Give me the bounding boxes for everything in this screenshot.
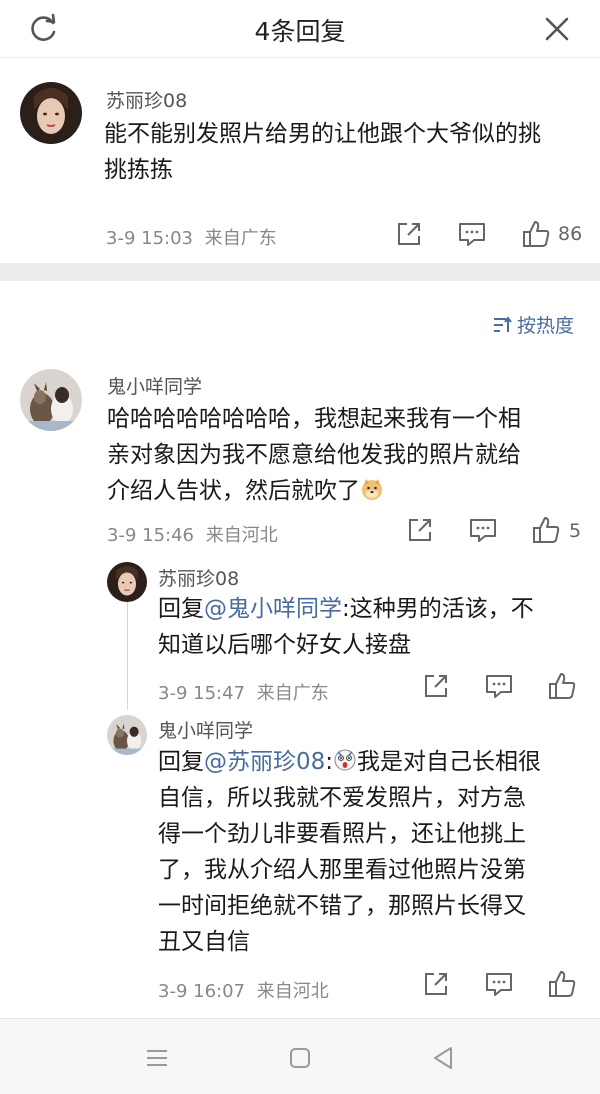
sort-button[interactable]: 按热度 — [491, 311, 574, 338]
reply-line-text: 我是对自己长相很 — [357, 749, 542, 775]
share-icon[interactable] — [393, 218, 425, 250]
share-icon[interactable] — [404, 514, 436, 546]
location: 来自河北 — [256, 981, 329, 1002]
reply-line: 知道以后哪个好女人接盘 — [158, 632, 411, 658]
close-icon[interactable] — [540, 12, 574, 46]
comment-line: 挑拣拣 — [104, 157, 173, 183]
comment-meta: 3-9 15:47 来自广东 — [158, 679, 329, 705]
like-count: 5 — [569, 520, 582, 542]
comment-icon[interactable] — [467, 514, 499, 546]
share-icon[interactable] — [420, 670, 452, 702]
section-divider — [0, 263, 600, 281]
like-count: 86 — [558, 223, 583, 245]
timestamp: 3-9 15:46 — [107, 525, 194, 546]
avatar[interactable] — [20, 82, 82, 144]
timestamp: 3-9 16:07 — [158, 981, 245, 1002]
reply-line: 亲对象因为我不愿意给他发我的照片就给 — [107, 442, 521, 468]
back-nav-icon[interactable] — [428, 1043, 458, 1073]
root-comment: 苏丽珍08 能不能别发照片给男的让他跟个大爷似的挑 挑拣拣 3-9 15:03 … — [0, 58, 600, 263]
reply-text: 回复@鬼小咩同学:这种男的活该，不 知道以后哪个好女人接盘 — [158, 591, 578, 663]
like-icon[interactable] — [546, 670, 578, 702]
reply-line-text: :这种男的活该，不 — [342, 596, 534, 622]
reply-line: 回复@苏丽珍08: 我是对自己长相很 — [158, 744, 588, 780]
username[interactable]: 鬼小咩同学 — [158, 716, 253, 743]
reply-text: 哈哈哈哈哈哈哈哈，我想起来我有一个相 亲对象因为我不愿意给他发我的照片就给 介绍… — [107, 401, 587, 509]
location: 来自广东 — [204, 228, 277, 249]
location: 来自河北 — [205, 525, 278, 546]
like-icon[interactable] — [546, 968, 578, 1000]
username[interactable]: 鬼小咩同学 — [107, 372, 202, 399]
comment-line: 能不能别发照片给男的让他跟个大爷似的挑 — [104, 121, 541, 147]
comment-icon[interactable] — [483, 670, 515, 702]
share-icon[interactable] — [420, 968, 452, 1000]
avatar[interactable] — [20, 369, 82, 431]
reply-line: 丑又自信 — [158, 929, 250, 955]
comment-icon[interactable] — [483, 968, 515, 1000]
sort-icon — [493, 315, 512, 332]
reply-line: 得一个劲儿非要看照片，还让他挑上 — [158, 821, 526, 847]
shocked-emoji-icon — [334, 749, 356, 771]
menu-nav-icon[interactable] — [142, 1043, 172, 1073]
location: 来自广东 — [256, 683, 329, 704]
timestamp: 3-9 15:47 — [158, 683, 245, 704]
comment-text: 能不能别发照片给男的让他跟个大爷似的挑 挑拣拣 — [104, 116, 584, 188]
username[interactable]: 苏丽珍08 — [158, 564, 239, 591]
page-title: 4条回复 — [254, 17, 346, 46]
reply-line: 自信，所以我就不爱发照片，对方急 — [158, 785, 526, 811]
header: 4条回复 — [0, 0, 600, 58]
reply-line-text: 介绍人告状，然后就吹了 — [107, 478, 360, 504]
colon: : — [325, 749, 334, 775]
comment-meta: 3-9 15:46 来自河北 — [107, 521, 278, 547]
comment-icon[interactable] — [456, 218, 488, 250]
mention-link[interactable]: @苏丽珍08 — [204, 749, 325, 775]
like-icon[interactable] — [520, 218, 552, 250]
reply-prefix: 回复 — [158, 749, 204, 775]
avatar[interactable] — [107, 715, 147, 755]
reply-line: 一时间拒绝就不错了，那照片长得又 — [158, 893, 526, 919]
like-icon[interactable] — [530, 514, 562, 546]
reply-prefix: 回复 — [158, 596, 204, 622]
home-nav-icon[interactable] — [285, 1043, 315, 1073]
system-nav-bar — [0, 1018, 600, 1094]
doge-emoji-icon — [362, 479, 382, 500]
thread-line — [127, 598, 128, 710]
comment-meta: 3-9 16:07 来自河北 — [158, 977, 329, 1003]
reply-line: 介绍人告状，然后就吹了 — [107, 473, 587, 509]
reply-text: 回复@苏丽珍08: 我是对自己长相很 自信，所以我就不爱发照片，对方急 得一个劲儿… — [158, 744, 588, 960]
timestamp: 3-9 15:03 — [106, 228, 193, 249]
avatar[interactable] — [107, 562, 147, 602]
sort-label: 按热度 — [516, 315, 574, 337]
mention-link[interactable]: @鬼小咩同学 — [204, 596, 342, 622]
reply-line: 了，我从介绍人那里看过他照片没第 — [158, 857, 526, 883]
reply-line: 哈哈哈哈哈哈哈哈，我想起来我有一个相 — [107, 406, 521, 432]
username[interactable]: 苏丽珍08 — [106, 86, 187, 113]
comment-meta: 3-9 15:03 来自广东 — [106, 224, 277, 250]
reply-line: 回复@鬼小咩同学:这种男的活该，不 — [158, 591, 578, 627]
